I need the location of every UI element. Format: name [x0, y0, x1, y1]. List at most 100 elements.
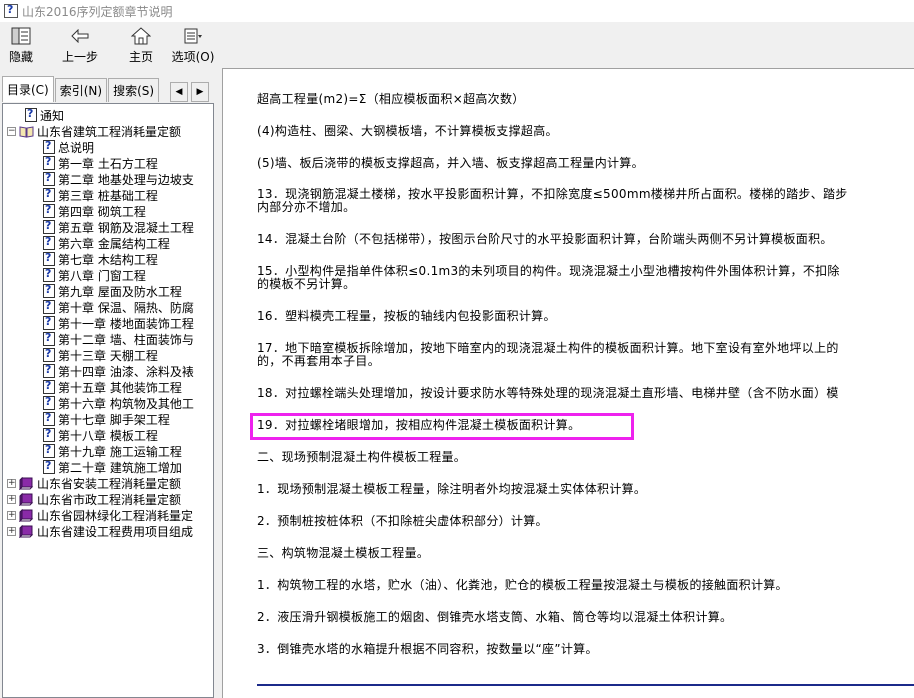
help-page-icon	[43, 187, 55, 202]
tab-index-label: 索引(N)	[59, 84, 103, 98]
topic-content: 超高工程量(m2)=Σ（相应模板面积×超高次数） (4)构造柱、圈梁、大钢模板墙，…	[222, 68, 914, 698]
tree-item-label: 第六章 金属结构工程	[58, 236, 170, 251]
content-paragraph: 1．现场预制混凝土模板工程量，除注明者外均按混凝土实体体积计算。	[257, 483, 914, 496]
tree-item-label: 第八章 门窗工程	[58, 268, 146, 283]
hide-button[interactable]: 隐藏	[0, 22, 42, 68]
tree-item[interactable]: 第十章 保温、隔热、防腐	[43, 299, 194, 315]
tree-item-label: 第九章 屋面及防水工程	[58, 284, 182, 299]
tree-item-label: 山东省建设工程费用项目组成	[37, 524, 194, 539]
help-page-icon	[43, 155, 55, 170]
help-page-icon	[43, 363, 55, 378]
tree-item-label: 第十四章 油漆、涂料及裱	[58, 364, 194, 379]
help-page-icon	[43, 315, 55, 330]
tree-item[interactable]: 第二章 地基处理与边坡支	[43, 171, 194, 187]
tree-item[interactable]: 第五章 钢筋及混凝土工程	[43, 219, 194, 235]
content-paragraph: 2．液压滑升钢模板施工的烟囱、倒锥壳水塔支筒、水箱、筒仓等均以混凝土体积计算。	[257, 611, 914, 624]
paragraph-line: 的，不再套用本子目。	[257, 354, 381, 368]
home-button[interactable]: 主页	[118, 22, 164, 68]
help-app-icon	[4, 3, 18, 18]
tree-item[interactable]: 第十七章 脚手架工程	[43, 411, 170, 427]
tree-item[interactable]: + 山东省安装工程消耗量定额	[7, 475, 181, 491]
tree-item[interactable]: 第九章 屋面及防水工程	[43, 283, 182, 299]
tree-item-label: 第十七章 脚手架工程	[58, 412, 170, 427]
tree-item-label: 第十章 保温、隔热、防腐	[58, 300, 194, 315]
tree-item-label: 第四章 砌筑工程	[58, 204, 146, 219]
tree-item[interactable]: − 山东省建筑工程消耗量定额	[7, 123, 181, 139]
tree-item-label: 第十二章 墙、柱面装饰与	[58, 332, 194, 347]
contents-tree[interactable]: 通知 − 山东省建筑工程消耗量定额总说明第一章 土石方工程第二章 地基处理与边坡支第…	[2, 103, 214, 698]
paragraph-line: 内部分亦不增加。	[257, 200, 356, 214]
tree-item[interactable]: 第十三章 天棚工程	[43, 347, 158, 363]
tree-item[interactable]: + 山东省建设工程费用项目组成	[7, 523, 193, 539]
help-page-icon	[43, 443, 55, 458]
tree-item[interactable]: + 山东省市政工程消耗量定额	[7, 491, 181, 507]
paragraph-line: 1．现场预制混凝土模板工程量，除注明者外均按混凝土实体体积计算。	[257, 482, 647, 496]
tree-item-label: 第十五章 其他装饰工程	[58, 380, 182, 395]
tree-item[interactable]: 通知	[25, 107, 64, 123]
content-paragraph: 14．混凝土台阶（不包括梯带），按图示台阶尺寸的水平投影面积计算，台阶端头两侧不…	[257, 233, 914, 246]
paragraph-line: 15．小型构件是指单件体积≤0.1m3的未列项目的构件。现浇混凝土小型池槽按构件…	[257, 264, 840, 278]
help-page-icon	[43, 235, 55, 250]
content-paragraph: 18．对拉螺栓端头处理增加，按设计要求防水等特殊处理的现浇混凝土直形墙、电梯井壁…	[257, 387, 914, 400]
tree-item-label: 第十一章 楼地面装饰工程	[58, 316, 194, 331]
paragraph-line: 16．塑料模壳工程量，按板的轴线内包投影面积计算。	[257, 309, 556, 323]
content-paragraph: 2．预制桩按桩体积（不扣除桩尖虚体积部分）计算。	[257, 515, 914, 528]
help-page-icon	[43, 171, 55, 186]
tab-contents[interactable]: 目录(C)	[2, 76, 54, 102]
tree-item[interactable]: 第十一章 楼地面装饰工程	[43, 315, 194, 331]
help-page-icon	[43, 427, 55, 442]
tree-item-label: 第三章 桩基础工程	[58, 188, 158, 203]
options-icon	[182, 26, 204, 46]
tab-search-label: 搜索(S)	[113, 84, 155, 98]
tree-item-label: 第七章 木结构工程	[58, 252, 158, 267]
expand-icon[interactable]: +	[7, 494, 16, 504]
tree-item-label: 第一章 土石方工程	[58, 156, 158, 171]
help-page-icon	[43, 283, 55, 298]
tree-item[interactable]: 第八章 门窗工程	[43, 267, 146, 283]
collapse-icon[interactable]: −	[7, 126, 16, 136]
expand-icon[interactable]: +	[7, 478, 16, 488]
content-paragraph: 16．塑料模壳工程量，按板的轴线内包投影面积计算。	[257, 310, 914, 323]
tree-item[interactable]: + 山东省园林绿化工程消耗量定	[7, 507, 193, 523]
window-title: 山东2016序列定额章节说明	[22, 4, 173, 19]
back-label: 上一步	[61, 50, 98, 64]
expand-icon[interactable]: +	[7, 526, 16, 536]
tree-item-label: 第十八章 模板工程	[58, 428, 158, 443]
tree-item[interactable]: 第三章 桩基础工程	[43, 187, 158, 203]
tree-item[interactable]: 第六章 金属结构工程	[43, 235, 170, 251]
content-paragraph: (4)构造柱、圈梁、大钢模板墙，不计算模板支撑超高。	[257, 125, 914, 138]
tree-item[interactable]: 第四章 砌筑工程	[43, 203, 146, 219]
tree-item[interactable]: 第十六章 构筑物及其他工	[43, 395, 194, 411]
content-paragraph: (5)墙、板后浇带的模板支撑超高，并入墙、板支撑超高工程量内计算。	[257, 157, 914, 170]
arrow-left-icon	[69, 26, 91, 46]
tree-item[interactable]: 第十八章 模板工程	[43, 427, 158, 443]
tree-item-label: 第五章 钢筋及混凝土工程	[58, 220, 194, 235]
content-paragraph: 13．现浇钢筋混凝土楼梯，按水平投影面积计算，不扣除宽度≤500mm楼梯井所占面…	[257, 188, 914, 214]
tree-item-label: 第二十章 建筑施工增加	[58, 460, 182, 475]
help-page-icon	[43, 347, 55, 362]
options-button[interactable]: 选项(O)	[164, 22, 222, 68]
hide-pane-icon	[10, 26, 32, 46]
help-page-icon	[43, 299, 55, 314]
content-paragraph: 三、构筑物混凝土模板工程量。	[257, 547, 914, 560]
tab-index[interactable]: 索引(N)	[54, 78, 108, 102]
tree-item[interactable]: 第七章 木结构工程	[43, 251, 158, 267]
tree-item[interactable]: 第二十章 建筑施工增加	[43, 459, 182, 475]
content-paragraph: 15．小型构件是指单件体积≤0.1m3的未列项目的构件。现浇混凝土小型池槽按构件…	[257, 265, 914, 291]
expand-icon[interactable]: +	[7, 510, 16, 520]
tree-item-label: 通知	[40, 108, 65, 123]
tree-item[interactable]: 第十二章 墙、柱面装饰与	[43, 331, 194, 347]
tree-item[interactable]: 总说明	[43, 139, 94, 155]
tree-item[interactable]: 第十五章 其他装饰工程	[43, 379, 182, 395]
tab-search[interactable]: 搜索(S)	[108, 78, 160, 102]
paragraph-line: 18．对拉螺栓端头处理增加，按设计要求防水等特殊处理的现浇混凝土直形墙、电梯井壁…	[257, 386, 839, 400]
tab-scroll-right-button[interactable]: ▶	[191, 82, 209, 102]
open-book-icon	[19, 125, 34, 138]
tab-scroll-left-button[interactable]: ◀	[170, 82, 188, 102]
tree-item[interactable]: 第一章 土石方工程	[43, 155, 158, 171]
paragraph-line: 2．液压滑升钢模板施工的烟囱、倒锥壳水塔支筒、水箱、筒仓等均以混凝土体积计算。	[257, 610, 733, 624]
tree-item[interactable]: 第十九章 施工运输工程	[43, 443, 182, 459]
tree-item[interactable]: 第十四章 油漆、涂料及裱	[43, 363, 194, 379]
paragraph-line: 超高工程量(m2)=Σ（相应模板面积×超高次数）	[257, 92, 525, 106]
back-button[interactable]: 上一步	[42, 22, 118, 68]
